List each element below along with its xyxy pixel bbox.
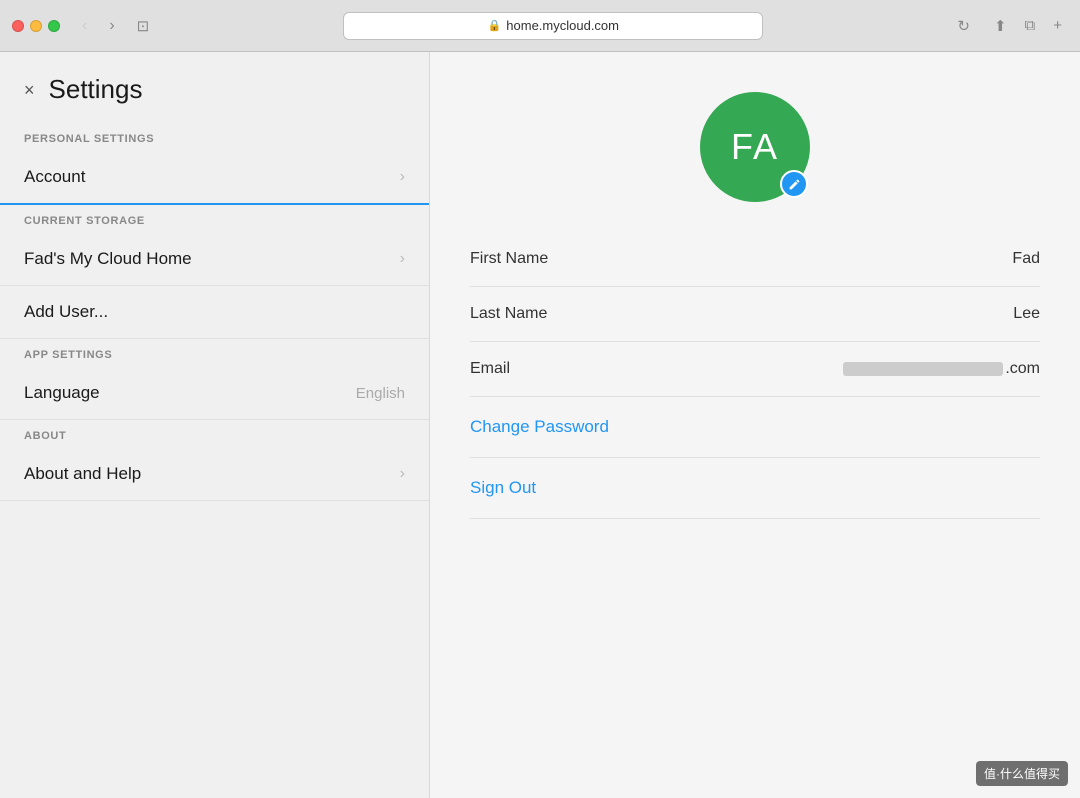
account-chevron: ›	[400, 168, 405, 186]
maximize-traffic-light[interactable]	[48, 20, 60, 32]
language-value: English	[356, 385, 405, 402]
share-button[interactable]: ⬆	[988, 15, 1013, 37]
avatar-edit-button[interactable]	[780, 170, 808, 198]
email-domain: .com	[1005, 360, 1040, 378]
last-name-row: Last Name Lee	[470, 287, 1040, 342]
watermark: 值·什么值得买	[976, 761, 1068, 786]
lock-icon: 🔒	[488, 19, 502, 32]
app-container: × Settings PERSONAL SETTINGS Account › C…	[0, 52, 1080, 798]
url-text: home.mycloud.com	[506, 18, 619, 33]
address-bar-wrap: 🔒 home.mycloud.com ↻	[165, 12, 978, 40]
help-label: About and Help	[24, 464, 141, 484]
avatar-section: FA	[430, 52, 1080, 232]
sidebar-item-help[interactable]: About and Help ›	[0, 448, 429, 501]
account-label: Account	[24, 167, 85, 187]
email-blurred-part	[843, 362, 1003, 376]
first-name-label: First Name	[470, 250, 548, 268]
edit-icon	[788, 178, 801, 191]
tabs-button[interactable]: ⧉	[1019, 15, 1042, 37]
add-user-label: Add User...	[24, 302, 108, 322]
last-name-label: Last Name	[470, 305, 547, 323]
section-about-label: ABOUT	[0, 420, 429, 448]
first-name-value: Fad	[1012, 250, 1040, 268]
change-password-link[interactable]: Change Password	[470, 397, 1040, 458]
cloud-home-chevron: ›	[400, 250, 405, 268]
settings-close-button[interactable]: ×	[24, 81, 35, 99]
forward-button[interactable]: ›	[103, 15, 120, 37]
section-personal-label: PERSONAL SETTINGS	[0, 123, 429, 151]
main-content: FA First Name Fad Last Name Lee Email	[430, 52, 1080, 798]
email-label: Email	[470, 360, 510, 378]
section-app-label: APP SETTINGS	[0, 339, 429, 367]
address-bar[interactable]: 🔒 home.mycloud.com	[343, 12, 763, 40]
browser-chrome: ‹ › ⊡ 🔒 home.mycloud.com ↻ ⬆ ⧉ +	[0, 0, 1080, 52]
traffic-lights	[12, 20, 60, 32]
sidebar: × Settings PERSONAL SETTINGS Account › C…	[0, 52, 430, 798]
language-label: Language	[24, 383, 100, 403]
settings-title: Settings	[49, 74, 143, 105]
sign-out-link[interactable]: Sign Out	[470, 458, 1040, 519]
reload-button[interactable]: ↻	[949, 15, 978, 37]
email-value: .com	[843, 360, 1040, 378]
minimize-traffic-light[interactable]	[30, 20, 42, 32]
last-name-value: Lee	[1013, 305, 1040, 323]
help-chevron: ›	[400, 465, 405, 483]
sidebar-item-add-user[interactable]: Add User...	[0, 286, 429, 339]
first-name-row: First Name Fad	[470, 232, 1040, 287]
settings-header: × Settings	[0, 52, 429, 123]
browser-right-buttons: ⬆ ⧉ +	[988, 15, 1068, 37]
sidebar-item-language[interactable]: Language English	[0, 367, 429, 420]
avatar-wrapper: FA	[700, 92, 810, 202]
back-button[interactable]: ‹	[76, 15, 93, 37]
sidebar-item-cloud-home[interactable]: Fad's My Cloud Home ›	[0, 233, 429, 286]
profile-fields: First Name Fad Last Name Lee Email .com …	[430, 232, 1080, 519]
new-tab-button[interactable]: +	[1047, 15, 1068, 37]
cloud-home-label: Fad's My Cloud Home	[24, 249, 192, 269]
sidebar-item-account[interactable]: Account ›	[0, 151, 429, 205]
email-row: Email .com	[470, 342, 1040, 397]
window-mode-button[interactable]: ⊡	[131, 15, 156, 37]
section-storage-label: CURRENT STORAGE	[0, 205, 429, 233]
close-traffic-light[interactable]	[12, 20, 24, 32]
